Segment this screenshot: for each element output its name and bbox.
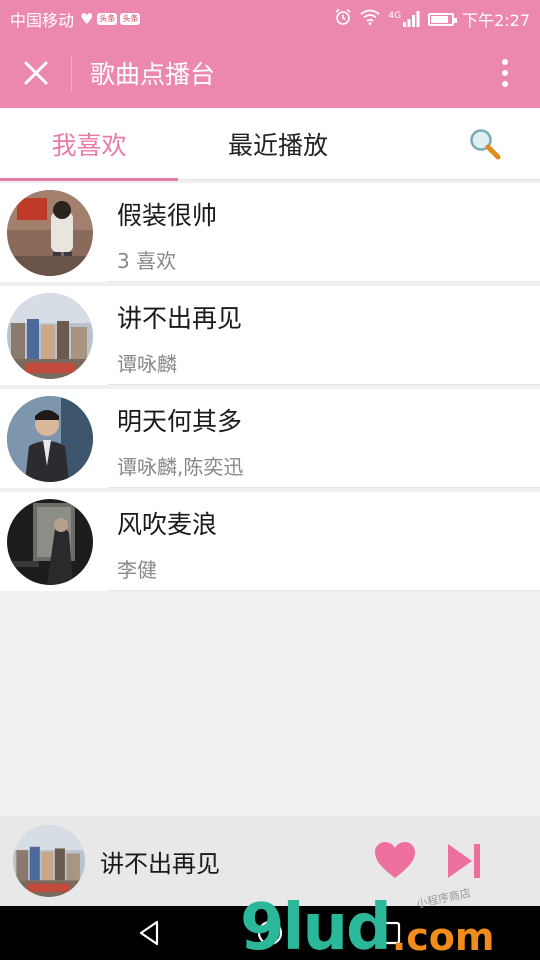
- album-cover: [7, 292, 93, 379]
- song-title: 明天何其多: [117, 406, 243, 436]
- news-badge: 头条: [120, 13, 141, 25]
- song-artist: 谭咏麟: [117, 351, 177, 376]
- now-playing-title: 讲不出再见: [100, 849, 220, 878]
- clock: 下午2:27: [462, 11, 530, 30]
- search-button[interactable]: [430, 108, 540, 180]
- status-bar: 中国移动 ♥ 头条 头条 4G 下午2:27: [0, 0, 540, 38]
- skip-next-icon: [448, 844, 480, 878]
- song-row[interactable]: 讲不出再见 谭咏麟: [0, 286, 540, 385]
- signal-icon: 4G: [388, 11, 420, 27]
- news-badge: 头条: [97, 13, 118, 25]
- song-row[interactable]: 假装很帅 3 喜欢: [0, 183, 540, 282]
- tab-recent[interactable]: 最近播放: [216, 108, 340, 180]
- album-cover: [7, 189, 93, 276]
- alarm-icon: [334, 8, 352, 30]
- song-likes: 3 喜欢: [117, 248, 177, 273]
- tab-bar: 我喜欢 最近播放: [0, 108, 540, 181]
- now-playing-cover[interactable]: [13, 825, 85, 897]
- song-row[interactable]: 风吹麦浪 李健: [0, 492, 540, 591]
- status-icons: 4G 下午2:27: [334, 7, 530, 31]
- close-icon: [24, 61, 47, 85]
- battery-level: [431, 15, 448, 23]
- song-artist: 李健: [117, 557, 157, 582]
- watermark-suffix: .com: [391, 915, 495, 959]
- carrier-name: 中国移动: [10, 11, 75, 30]
- health-heart-icon: ♥: [80, 10, 94, 28]
- more-menu-button[interactable]: [470, 38, 540, 108]
- album-cover: [7, 498, 93, 585]
- tab-favorites[interactable]: 我喜欢: [0, 108, 178, 181]
- title-bar: 歌曲点播台: [0, 38, 540, 108]
- watermark-main: 9lud: [240, 891, 392, 960]
- page-title: 歌曲点播台: [90, 60, 216, 89]
- song-artist: 谭咏麟,陈奕迅: [117, 454, 244, 479]
- network-type: 4G: [388, 11, 402, 21]
- song-title: 风吹麦浪: [117, 509, 218, 539]
- watermark-small: 小程序商店: [415, 886, 472, 911]
- site-watermark: 9lud .com 小程序商店: [240, 886, 495, 960]
- battery-icon: [428, 12, 458, 26]
- song-row[interactable]: 明天何其多 谭咏麟,陈奕迅: [0, 389, 540, 488]
- search-icon: [470, 128, 501, 159]
- next-track-button[interactable]: [444, 838, 484, 884]
- back-triangle-icon: [139, 920, 159, 946]
- album-cover: [7, 395, 93, 482]
- song-title: 假装很帅: [117, 200, 218, 230]
- back-button[interactable]: [135, 918, 165, 948]
- like-button[interactable]: [372, 838, 418, 884]
- heart-icon: [375, 842, 415, 878]
- more-vertical-icon: [502, 59, 508, 87]
- song-list: 假装很帅 3 喜欢 讲不出再见 谭咏麟 明天何其多 谭咏麟,陈奕迅 风吹麦浪 李…: [0, 183, 540, 595]
- wifi-icon: [360, 9, 380, 29]
- song-title: 讲不出再见: [117, 303, 243, 333]
- close-button[interactable]: [0, 55, 72, 91]
